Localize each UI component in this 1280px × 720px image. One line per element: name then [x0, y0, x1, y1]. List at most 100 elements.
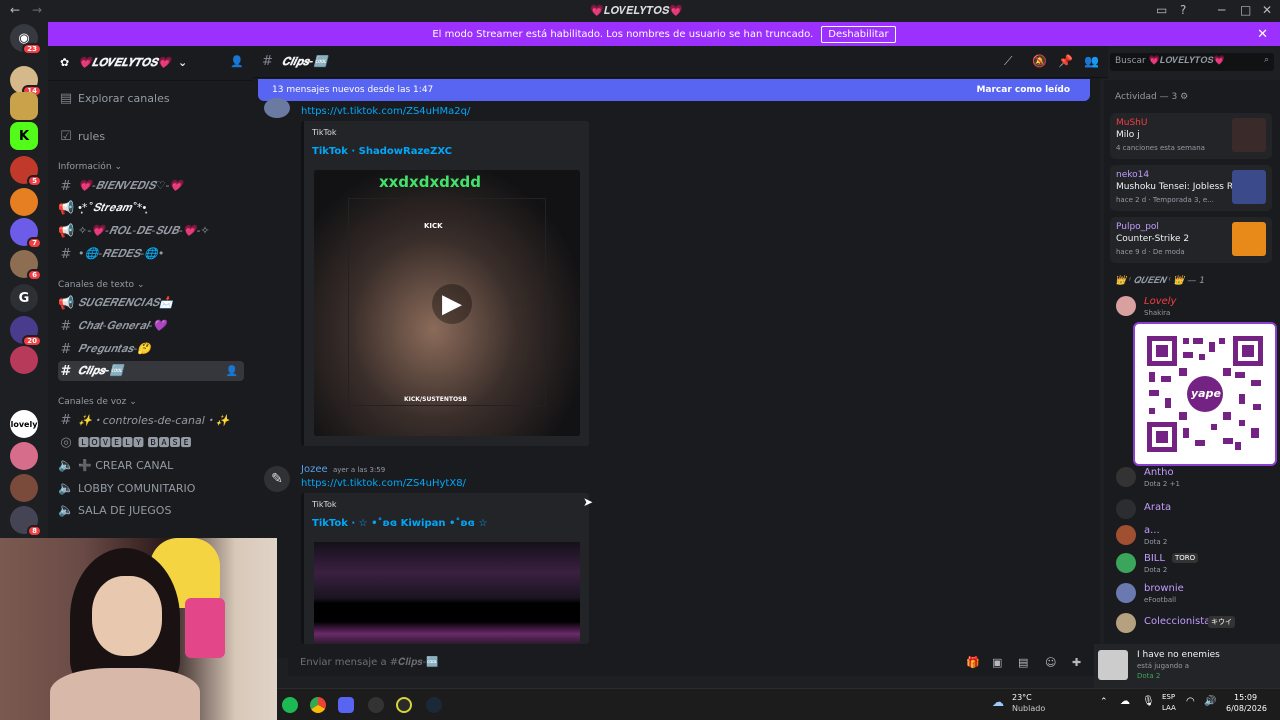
voice-channel[interactable]: 🔈 SALA DE JUEGOS	[58, 500, 244, 520]
tray-icon[interactable]: ☁	[1120, 696, 1130, 707]
add-member-icon[interactable]: 👤	[226, 366, 238, 377]
category-voice[interactable]: Canales de voz ⌄	[58, 395, 244, 409]
gif-icon[interactable]: ▣	[992, 656, 1002, 669]
channel-rules[interactable]: ☑ rules	[58, 126, 244, 146]
home-button[interactable]: ◉ 23	[10, 24, 42, 55]
server-icon[interactable]: 6	[10, 250, 42, 281]
notification-bell-icon[interactable]: 🔕	[1032, 54, 1047, 68]
member-item[interactable]: Antho Dota 2 +1	[1116, 467, 1276, 491]
volume-icon[interactable]: 🔊	[1204, 696, 1216, 707]
channel-item[interactable]: # 𝑪𝒉𝒂𝒕-𝑮𝒆𝒏𝒆𝒓𝒂𝒍-💜	[58, 316, 244, 336]
server-icon[interactable]: 14	[10, 66, 42, 97]
voice-channel[interactable]: 🔈 ➕ CREAR CANAL	[58, 455, 244, 475]
message-composer[interactable]: Enviar mensaje a #𝑪𝒍𝒊𝒑𝒔-🆒 🎁 ▣ ▤ ☺ ✚	[288, 650, 1100, 676]
search-input[interactable]: Buscar 💗𝑳𝑶𝑽𝑬𝑳𝒀𝑻𝑶𝑺💗 ⌕	[1110, 53, 1274, 71]
member-item[interactable]: Lovely Shakira	[1116, 296, 1276, 320]
avatar[interactable]: ✎	[264, 466, 290, 492]
member-tag: キウイ	[1208, 616, 1235, 628]
member-item[interactable]: Coleccionista キウイ	[1116, 613, 1276, 637]
clock-time[interactable]: 15:09	[1234, 693, 1257, 702]
steam-icon[interactable]	[426, 697, 442, 713]
activity-user: neko14	[1116, 170, 1150, 180]
channel-item[interactable]: # ✨・controles-de-canal・✨	[58, 410, 244, 430]
activity-card[interactable]: Pulpo_pol Counter-Strike 2 hace 9 d · De…	[1110, 217, 1272, 263]
activity-card[interactable]: neko14 Mushoku Tensei: Jobless R... hace…	[1110, 165, 1272, 211]
server-icon[interactable]: G	[10, 284, 38, 312]
gear-icon[interactable]: ⚙	[1180, 92, 1188, 102]
category-label: Canales de voz	[58, 397, 127, 407]
explore-channels[interactable]: ▤ Explorar canales	[58, 88, 244, 108]
add-member-icon[interactable]: 👤	[230, 55, 244, 68]
pin-icon[interactable]: 📌	[1058, 54, 1073, 68]
gift-icon[interactable]: 🎁	[966, 656, 980, 669]
play-icon[interactable]: ▶	[432, 284, 472, 324]
disable-streamer-button[interactable]: Deshabilitar	[821, 25, 896, 43]
message-link[interactable]: https://vt.tiktok.com/ZS4uHytX8/	[301, 478, 466, 489]
obs-icon[interactable]	[396, 697, 412, 713]
wifi-icon[interactable]: ◠	[1186, 696, 1195, 707]
server-icon[interactable]: 7	[10, 218, 42, 249]
server-icon[interactable]: 20	[10, 316, 42, 347]
new-messages-bar[interactable]: 13 mensajes nuevos desde las 1:47 Marcar…	[258, 79, 1090, 101]
embed-title[interactable]: TikTok · ShadowRazeZXC	[312, 146, 452, 157]
channel-item[interactable]: # 𝑷𝒓𝒆𝒈𝒖𝒏𝒕𝒂𝒔-🤔	[58, 339, 244, 359]
app-icon[interactable]	[368, 697, 384, 713]
now-playing-card[interactable]: I have no enemies está jugando a Dota 2	[1094, 644, 1280, 688]
help-icon[interactable]: ?	[1180, 3, 1186, 17]
activity-title: Mushoku Tensei: Jobless R...	[1116, 182, 1236, 192]
member-item[interactable]: BILL TORO Dota 2	[1116, 553, 1276, 577]
avatar[interactable]	[264, 98, 290, 118]
channel-item[interactable]: 📢 𝑺𝑼𝑮𝑬𝑹𝑬𝑵𝑪𝑰𝑨𝑺📩	[58, 293, 244, 313]
message-link[interactable]: https://vt.tiktok.com/ZS4uHMa2q/	[301, 106, 470, 117]
search-placeholder: Buscar 💗𝑳𝑶𝑽𝑬𝑳𝒀𝑻𝑶𝑺💗	[1115, 56, 1225, 66]
kick-server-icon[interactable]: K	[10, 122, 38, 150]
member-item[interactable]: Arata	[1116, 499, 1276, 523]
member-list-icon[interactable]: 👥	[1084, 54, 1099, 68]
server-icon[interactable]	[10, 92, 38, 120]
server-icon[interactable]	[10, 346, 38, 374]
channel-item[interactable]: 📢 ✧-💗-𝑹𝑶𝑳-𝑫𝑬-𝑺𝑼𝑩-💗-✧	[58, 221, 244, 241]
video-thumbnail[interactable]	[314, 542, 580, 644]
channel-item-selected[interactable]: # 𝑪𝒍𝒊𝒑𝒔-🆒 👤	[58, 361, 244, 381]
minimize-icon[interactable]: ─	[1218, 3, 1225, 17]
inbox-icon[interactable]: ▭	[1156, 3, 1167, 17]
discord-icon[interactable]	[338, 697, 354, 713]
chrome-icon[interactable]	[310, 697, 326, 713]
server-icon[interactable]	[10, 442, 38, 470]
keyboard-lang[interactable]: ESP	[1162, 693, 1175, 701]
maximize-icon[interactable]: □	[1240, 3, 1251, 17]
server-icon[interactable]: 8	[10, 506, 42, 537]
back-arrow-icon[interactable]: ←	[10, 3, 20, 17]
rules-icon: ☑	[60, 128, 72, 144]
member-item[interactable]: brownie eFootball	[1116, 583, 1276, 607]
server-icon[interactable]	[10, 188, 38, 216]
threads-icon[interactable]: ⟋	[1004, 54, 1012, 69]
category-info[interactable]: Información ⌄	[58, 160, 244, 174]
spotify-icon[interactable]	[282, 697, 298, 713]
channel-item[interactable]: # 💗-𝑩𝑰𝑬𝑵𝑽𝑬𝑫𝑰𝑺♡-💗	[58, 176, 244, 196]
embed-title[interactable]: TikTok · ☆ •˚ʚɞ Kiwipan •˚ʚɞ ☆	[312, 518, 487, 529]
mark-read-button[interactable]: Marcar como leído	[976, 85, 1070, 95]
member-item[interactable]: a... Dota 2	[1116, 525, 1276, 549]
video-thumbnail[interactable]: xxdxdxdxdd KICK KICK/SUSTENTOSB ▶	[314, 170, 580, 436]
voice-channel[interactable]: 🔈 LOBBY COMUNITARIO	[58, 478, 244, 498]
channel-item[interactable]: ◎ 🅻🅾🆅🅴🅻🆈 🅱🅰🆂🅴	[58, 432, 244, 452]
server-icon[interactable]: lovely	[10, 410, 38, 438]
activity-card[interactable]: MuShU Milo j 4 canciones esta semana	[1110, 113, 1272, 159]
server-icon[interactable]: 5	[10, 156, 42, 187]
forward-arrow-icon[interactable]: →	[32, 3, 42, 17]
tray-chevron-icon[interactable]: ⌃	[1100, 697, 1108, 707]
message-author[interactable]: Jozee	[301, 464, 328, 475]
sticker-icon[interactable]: ▤	[1018, 656, 1028, 669]
server-icon[interactable]	[10, 474, 38, 502]
channel-label: 𝑷𝒓𝒆𝒈𝒖𝒏𝒕𝒂𝒔-🤔	[78, 342, 151, 355]
channel-item[interactable]: 📢 •̩̩͙*˚𝑺𝒕𝒓𝒆𝒂𝒎˚*•̩̩͙	[58, 198, 244, 218]
apps-icon[interactable]: ✚	[1072, 656, 1081, 669]
category-text[interactable]: Canales de texto ⌄	[58, 278, 244, 292]
mic-icon[interactable]: 🎙	[1142, 696, 1155, 707]
close-window-icon[interactable]: ✕	[1262, 3, 1272, 17]
close-icon[interactable]: ✕	[1257, 27, 1268, 42]
guild-header[interactable]: ✿ 💗𝑳𝑶𝑽𝑬𝑳𝒀𝑻𝑶𝑺💗 ⌄ 👤	[48, 50, 252, 76]
emoji-icon[interactable]: ☺	[1045, 656, 1056, 669]
channel-item[interactable]: # •🌐-𝑹𝑬𝑫𝑬𝑺-🌐•	[58, 244, 244, 264]
